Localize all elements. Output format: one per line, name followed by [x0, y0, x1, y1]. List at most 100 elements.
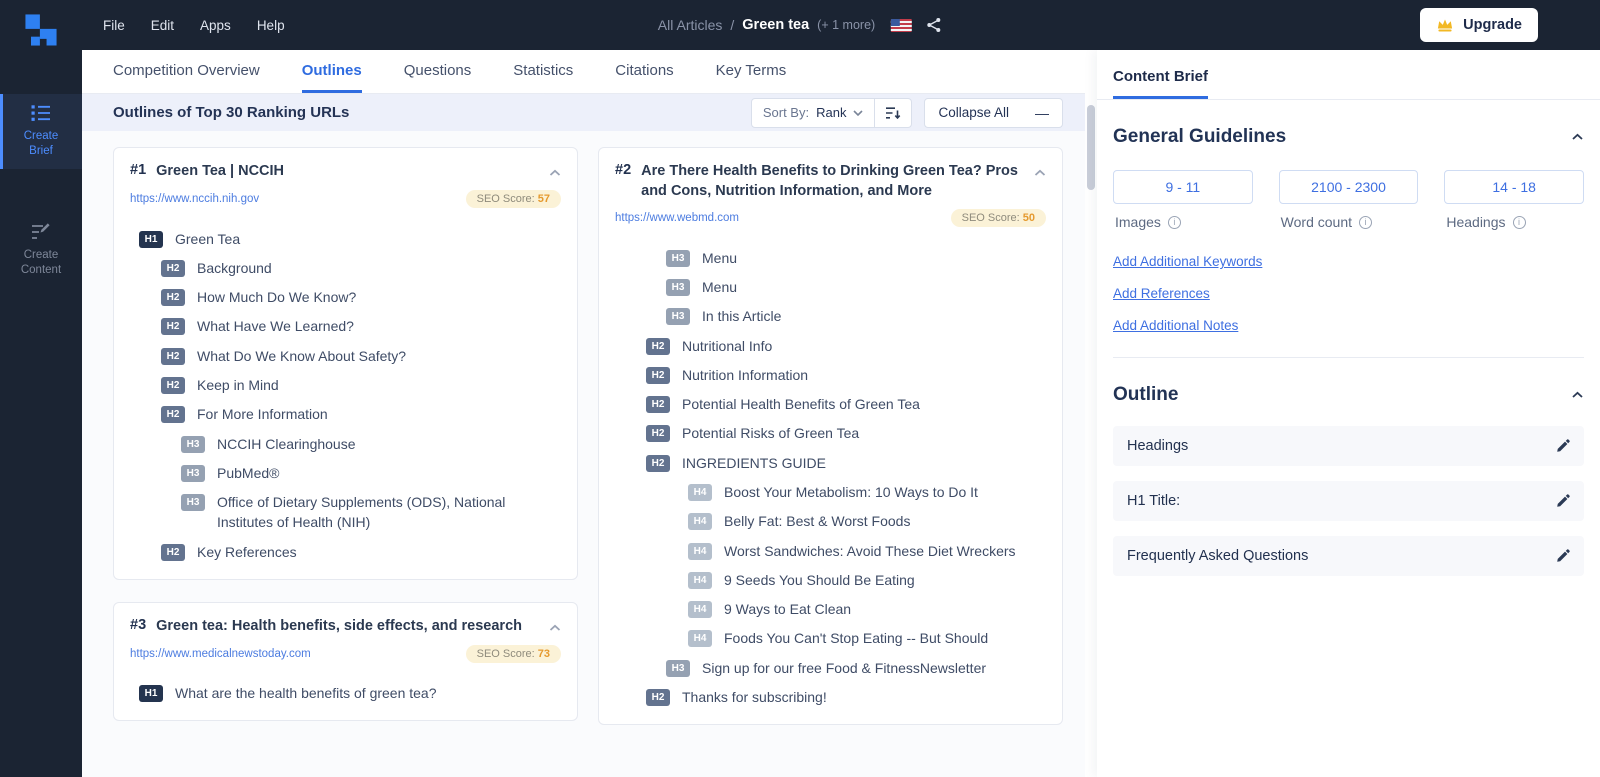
collapse-outline-button[interactable]	[1571, 386, 1584, 404]
heading-item[interactable]: H2 Nutrition Information	[646, 360, 1046, 389]
menubar: File Edit Apps Help	[103, 18, 285, 33]
stat-value-field[interactable]: 9 - 11	[1113, 170, 1253, 204]
app-root: File Edit Apps Help All Articles / Green…	[0, 0, 1600, 777]
edit-pencil-icon[interactable]	[1556, 439, 1570, 453]
seo-score-badge: SEO Score: 57	[465, 190, 561, 208]
menu-item[interactable]: File	[103, 18, 125, 33]
upgrade-button[interactable]: Upgrade	[1420, 8, 1538, 42]
seo-score-label: SEO Score:	[476, 193, 535, 205]
heading-item[interactable]: H1 Green Tea	[139, 224, 561, 253]
edit-pencil-icon[interactable]	[1556, 494, 1570, 508]
heading-item[interactable]: H2 INGREDIENTS GUIDE	[646, 448, 1046, 477]
menu-item[interactable]: Apps	[200, 18, 231, 33]
tab[interactable]: Statistics	[513, 50, 573, 93]
heading-item[interactable]: H4 9 Seeds You Should Be Eating	[688, 565, 1046, 594]
heading-text: Background	[197, 259, 272, 276]
heading-list: H3 Menu H3 Menu H3 In this Article H2 Nu…	[599, 243, 1062, 712]
collapse-card-button[interactable]	[1034, 164, 1046, 182]
heading-item[interactable]: H3 In this Article	[666, 302, 1046, 331]
stat-label: Images	[1115, 214, 1161, 230]
tab-bar: Competition Overview Outlines Questions …	[82, 50, 1085, 94]
scrollbar-thumb[interactable]	[1087, 105, 1095, 190]
heading-tag-badge: H2	[161, 347, 185, 365]
heading-tag-badge: H2	[646, 454, 670, 472]
seo-score-badge: SEO Score: 73	[465, 644, 561, 663]
chevron-up-icon	[1572, 391, 1583, 398]
heading-item[interactable]: H2 What Do We Know About Safety?	[161, 341, 561, 370]
info-icon[interactable]: i	[1512, 215, 1526, 229]
card-column: #2 Are There Health Benefits to Drinking…	[598, 147, 1063, 777]
add-link[interactable]: Add Additional Keywords	[1113, 254, 1262, 269]
language-flag-icon[interactable]	[891, 18, 913, 32]
stat-value-field[interactable]: 2100 - 2300	[1278, 170, 1419, 204]
heading-text: For More Information	[197, 406, 328, 423]
heading-item[interactable]: H4 Boost Your Metabolism: 10 Ways to Do …	[688, 478, 1046, 507]
card-title: Are There Health Benefits to Drinking Gr…	[641, 163, 1018, 199]
collapse-all-button[interactable]: Collapse All —	[924, 97, 1063, 128]
edit-pencil-icon[interactable]	[1556, 549, 1570, 563]
heading-item[interactable]: H2 Keep in Mind	[161, 370, 561, 399]
info-icon[interactable]: i	[1359, 215, 1373, 229]
heading-item[interactable]: H3 NCCIH Clearinghouse	[181, 429, 561, 458]
heading-item[interactable]: H2 For More Information	[161, 400, 561, 429]
heading-item[interactable]: H2 How Much Do We Know?	[161, 283, 561, 312]
heading-item[interactable]: H3 Office of Dietary Supplements (ODS), …	[181, 488, 561, 538]
collapse-card-button[interactable]	[549, 164, 561, 182]
outline-row[interactable]: Headings	[1113, 426, 1584, 466]
add-link[interactable]: Add Additional Notes	[1113, 318, 1238, 333]
heading-item[interactable]: H4 Foods You Can't Stop Eating -- But Sh…	[688, 624, 1046, 653]
ranking-url-card: #1 Green Tea | NCCIH https://www.nccih.n…	[113, 147, 578, 580]
menu-item[interactable]: Help	[257, 18, 285, 33]
heading-item[interactable]: H2 Key References	[161, 537, 561, 566]
heading-item[interactable]: H4 Belly Fat: Best & Worst Foods	[688, 507, 1046, 536]
heading-item[interactable]: H2 Thanks for subscribing!	[646, 683, 1046, 712]
breadcrumb-all-articles[interactable]: All Articles	[658, 17, 723, 33]
tab[interactable]: Outlines	[301, 50, 362, 93]
heading-item[interactable]: H4 Worst Sandwiches: Avoid These Diet Wr…	[688, 536, 1046, 565]
heading-item[interactable]: H4 9 Ways to Eat Clean	[688, 595, 1046, 624]
tab-content-brief[interactable]: Content Brief	[1113, 68, 1208, 99]
sidebar-item-create-content[interactable]: Create Content	[0, 213, 82, 288]
card-url-link[interactable]: https://www.webmd.com	[615, 212, 739, 224]
info-icon[interactable]: i	[1167, 215, 1181, 229]
sidebar-item-create-brief[interactable]: Create Brief	[0, 94, 82, 169]
tab[interactable]: Competition Overview	[113, 50, 260, 93]
heading-item[interactable]: H2 Potential Health Benefits of Green Te…	[646, 390, 1046, 419]
stat-label: Word count	[1280, 214, 1353, 230]
menu-item[interactable]: Edit	[151, 18, 174, 33]
heading-tag-badge: H2	[646, 425, 670, 443]
collapse-card-button[interactable]	[549, 619, 561, 637]
heading-item[interactable]: H3 Sign up for our free Food & FitnessNe…	[666, 653, 1046, 682]
topbar: File Edit Apps Help All Articles / Green…	[0, 0, 1600, 50]
stat-value-field[interactable]: 14 - 18	[1444, 170, 1585, 204]
guideline-stat: 2100 - 2300 Word count i	[1278, 170, 1419, 230]
heading-item[interactable]: H3 Menu	[666, 272, 1046, 301]
collapse-general-guidelines-button[interactable]	[1571, 128, 1584, 146]
heading-item[interactable]: H2 Background	[161, 253, 561, 282]
outline-row[interactable]: H1 Title:	[1113, 481, 1584, 521]
share-icon[interactable]	[926, 17, 942, 33]
heading-tag-badge: H3	[181, 464, 205, 482]
card-url-link[interactable]: https://www.nccih.nih.gov	[130, 193, 259, 205]
tab[interactable]: Citations	[615, 50, 673, 93]
card-url-link[interactable]: https://www.medicalnewstoday.com	[130, 648, 311, 660]
heading-item[interactable]: H2 Potential Risks of Green Tea	[646, 419, 1046, 448]
heading-text: Nutritional Info	[682, 337, 773, 354]
sort-direction-button[interactable]	[875, 99, 911, 127]
chevron-up-icon	[1034, 169, 1046, 176]
breadcrumb-more-count[interactable]: (+ 1 more)	[817, 18, 875, 32]
heading-item[interactable]: H3 Menu	[666, 243, 1046, 272]
heading-item[interactable]: H2 What Have We Learned?	[161, 312, 561, 341]
add-link[interactable]: Add References	[1113, 286, 1210, 301]
sort-by-dropdown[interactable]: Sort By: Rank	[752, 98, 876, 127]
heading-tag-badge: H2	[161, 406, 185, 424]
heading-text: Worst Sandwiches: Avoid These Diet Wreck…	[724, 542, 1016, 559]
heading-item[interactable]: H2 Nutritional Info	[646, 331, 1046, 360]
tab[interactable]: Key Terms	[716, 50, 787, 93]
app-logo[interactable]	[21, 10, 61, 50]
heading-item[interactable]: H3 PubMed®	[181, 458, 561, 487]
outline-row[interactable]: Frequently Asked Questions	[1113, 536, 1584, 576]
tab[interactable]: Questions	[404, 50, 472, 93]
chevron-up-icon	[1572, 133, 1583, 140]
heading-item[interactable]: H1 What are the health benefits of green…	[139, 679, 561, 708]
